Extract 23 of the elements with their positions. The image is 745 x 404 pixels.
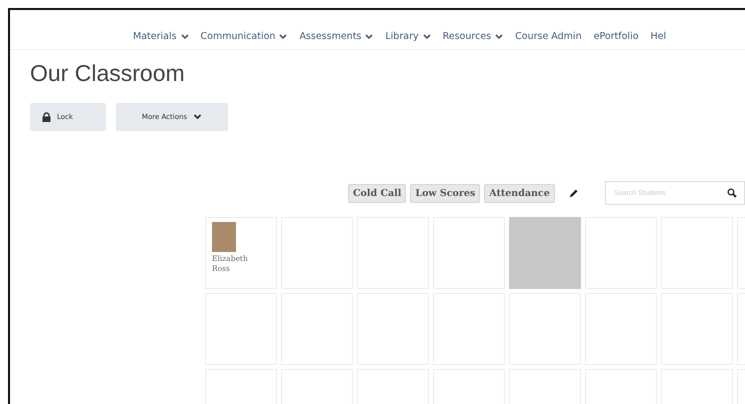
chevron-down-icon <box>180 34 189 40</box>
nav-menu-item[interactable]: Materials <box>133 24 189 49</box>
chevron-down-icon <box>279 34 288 40</box>
page-title: Our Classroom <box>30 60 186 87</box>
avatar-placeholder <box>212 222 236 252</box>
nav-menu-item[interactable]: ePortfolio <box>594 24 639 49</box>
pencil-icon[interactable] <box>568 187 579 199</box>
nav-menu-item[interactable]: Assessments <box>299 24 374 49</box>
search-icon <box>727 188 737 198</box>
nav-menu-item[interactable]: Course Admin <box>515 24 582 49</box>
filter-button[interactable]: Low Scores <box>410 184 480 202</box>
nav-menu-item[interactable]: Resources <box>442 24 504 49</box>
nav-menu-item[interactable]: Library <box>385 24 431 49</box>
chevron-down-icon <box>365 34 374 40</box>
chevron-down-icon <box>495 34 504 40</box>
chevron-down-icon <box>422 34 431 40</box>
nav-menu-item[interactable]: Hel <box>650 24 666 49</box>
chevron-down-icon <box>193 114 202 120</box>
filter-button[interactable]: Cold Call <box>348 184 406 202</box>
filter-button[interactable]: Attendance <box>484 184 555 202</box>
lock-icon <box>42 112 51 122</box>
nav-menu-item[interactable]: Communication <box>200 24 288 49</box>
unavailable-seat <box>509 217 581 289</box>
